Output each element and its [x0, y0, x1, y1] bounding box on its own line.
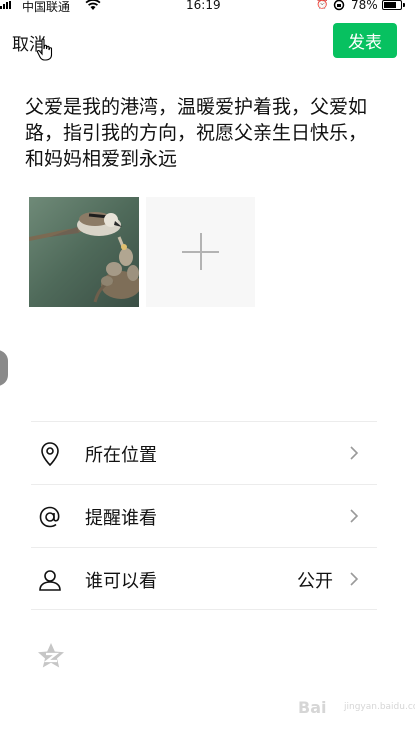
option-label: 谁可以看 [85, 571, 157, 592]
location-pin-icon [37, 441, 63, 467]
qzone-sync-icon[interactable] [36, 641, 66, 675]
signal-icon [0, 1, 11, 9]
watermark-sub: jingyan.baidu.com [344, 702, 415, 712]
wifi-icon [85, 0, 101, 14]
alarm-icon: ⏰ [316, 0, 329, 10]
post-text-input[interactable]: 父爱是我的港湾，温暖爱护着我，父爱如路，指引我的方向，祝愿父亲生日快乐，和妈妈相… [25, 94, 385, 172]
chevron-right-icon [349, 445, 359, 465]
chevron-right-icon [349, 508, 359, 528]
option-value: 公开 [297, 571, 333, 592]
person-icon [37, 567, 63, 593]
publish-button[interactable]: 发表 [333, 23, 397, 58]
option-location[interactable]: 所在位置 [31, 421, 377, 484]
add-photo-button[interactable] [146, 197, 255, 307]
status-bar: 中国联通 16:19 ⏰ 78% [0, 0, 415, 14]
battery-icon [382, 0, 402, 10]
battery-percent: 78% [351, 0, 378, 12]
option-remind[interactable]: 提醒谁看 [31, 484, 377, 547]
hand-cursor-icon [36, 38, 56, 66]
option-label: 提醒谁看 [85, 508, 157, 529]
carrier-name: 中国联通 [22, 0, 71, 14]
battery-tip [403, 3, 405, 7]
option-visibility[interactable]: 谁可以看 公开 [31, 547, 377, 610]
post-options-list: 所在位置 提醒谁看 谁可以看 公开 [31, 421, 377, 610]
bird-feeding-chicks-photo[interactable] [29, 197, 139, 307]
clock: 16:19 [186, 0, 221, 12]
watermark-text: Bai [298, 698, 327, 717]
at-sign-icon [37, 504, 63, 530]
plus-icon-vertical [200, 233, 202, 270]
watermark-logo: Bai jingyan.baidu.com [298, 688, 415, 722]
chevron-right-icon [349, 571, 359, 591]
orientation-lock-icon [333, 0, 345, 14]
floating-edge-handle[interactable] [0, 350, 8, 386]
option-label: 所在位置 [85, 445, 157, 466]
